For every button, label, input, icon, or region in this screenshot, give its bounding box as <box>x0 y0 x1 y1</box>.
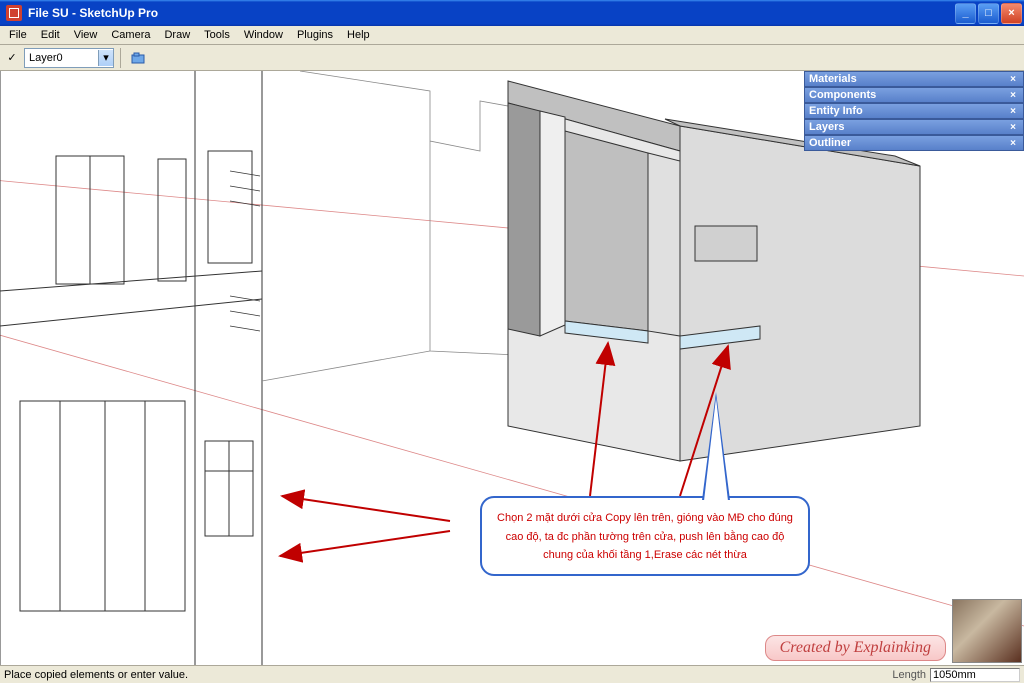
title-bar: File SU - SketchUp Pro _ □ × <box>0 0 1024 26</box>
layer-visible-icon[interactable]: ✓ <box>4 50 20 66</box>
layer-current-label: Layer0 <box>29 52 63 64</box>
chevron-down-icon: ▾ <box>98 50 113 66</box>
status-message: Place copied elements or enter value. <box>4 669 892 681</box>
menu-plugins[interactable]: Plugins <box>290 27 340 43</box>
panel-title: Materials <box>809 73 857 85</box>
vcb-area: Length 1050mm <box>892 668 1020 682</box>
vcb-label: Length <box>892 669 926 681</box>
close-icon[interactable]: × <box>1007 137 1019 149</box>
model-canvas <box>0 71 1024 665</box>
menu-help[interactable]: Help <box>340 27 377 43</box>
menu-edit[interactable]: Edit <box>34 27 67 43</box>
author-avatar <box>952 599 1022 663</box>
toolbar-separator <box>120 48 121 68</box>
close-icon[interactable]: × <box>1007 105 1019 117</box>
close-button[interactable]: × <box>1001 3 1022 24</box>
callout-text: Chọn 2 mặt dưới cửa Copy lên trên, gióng… <box>497 512 793 561</box>
panel-title: Entity Info <box>809 105 863 117</box>
menu-camera[interactable]: Camera <box>104 27 157 43</box>
menu-file[interactable]: File <box>2 27 34 43</box>
annotation-callout: Chọn 2 mặt dưới cửa Copy lên trên, gióng… <box>480 496 810 576</box>
menu-view[interactable]: View <box>67 27 105 43</box>
panel-components[interactable]: Components × <box>804 87 1024 103</box>
panel-title: Layers <box>809 121 844 133</box>
vcb-input[interactable]: 1050mm <box>930 668 1020 682</box>
watermark: Created by Explainking <box>765 635 946 661</box>
layer-manager-button[interactable] <box>127 47 149 69</box>
minimize-button[interactable]: _ <box>955 3 976 24</box>
layer-dropdown[interactable]: Layer0 ▾ <box>24 48 114 68</box>
panel-materials[interactable]: Materials × <box>804 71 1024 87</box>
panel-entity-info[interactable]: Entity Info × <box>804 103 1024 119</box>
panel-title: Components <box>809 89 876 101</box>
panel-title: Outliner <box>809 137 851 149</box>
docked-panels: Materials × Components × Entity Info × L… <box>804 71 1024 151</box>
app-icon <box>6 5 22 21</box>
close-icon[interactable]: × <box>1007 73 1019 85</box>
window-buttons: _ □ × <box>955 3 1022 24</box>
close-icon[interactable]: × <box>1007 121 1019 133</box>
panel-layers[interactable]: Layers × <box>804 119 1024 135</box>
menu-tools[interactable]: Tools <box>197 27 237 43</box>
toolbar: ✓ Layer0 ▾ <box>0 45 1024 71</box>
window-title: File SU - SketchUp Pro <box>26 6 955 20</box>
menu-window[interactable]: Window <box>237 27 290 43</box>
close-icon[interactable]: × <box>1007 89 1019 101</box>
viewport-3d[interactable]: Materials × Components × Entity Info × L… <box>0 71 1024 665</box>
maximize-button[interactable]: □ <box>978 3 999 24</box>
panel-outliner[interactable]: Outliner × <box>804 135 1024 151</box>
menu-draw[interactable]: Draw <box>157 27 197 43</box>
menu-bar: File Edit View Camera Draw Tools Window … <box>0 26 1024 45</box>
status-bar: Place copied elements or enter value. Le… <box>0 665 1024 683</box>
